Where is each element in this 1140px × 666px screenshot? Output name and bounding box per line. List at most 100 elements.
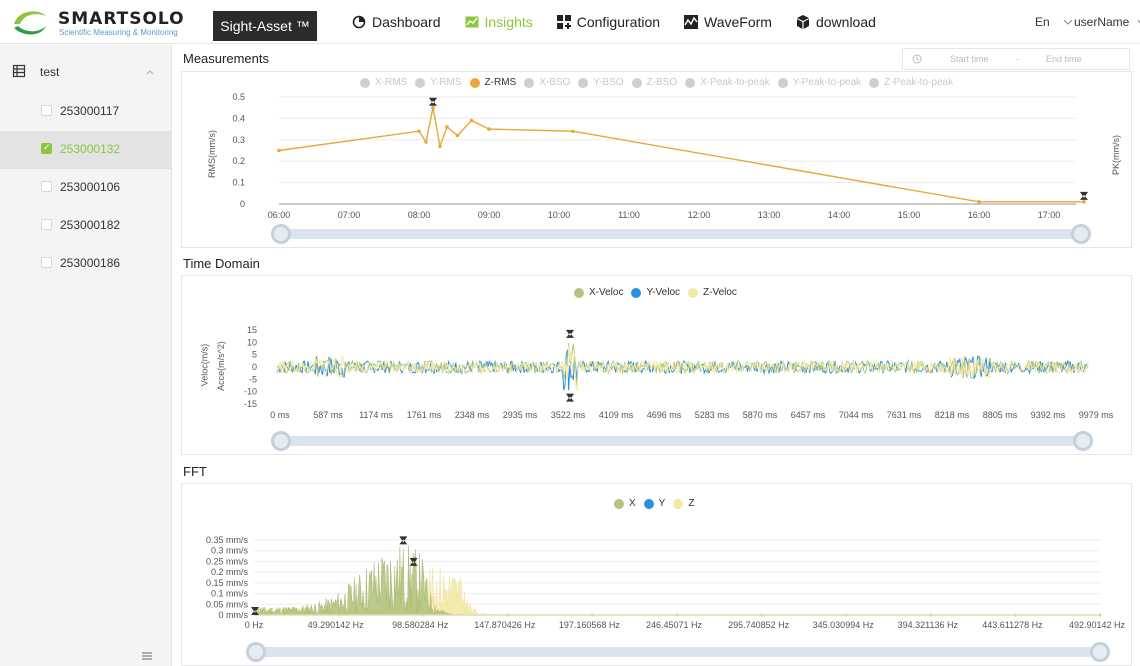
product-name[interactable]: Sight-Asset ™ (213, 11, 317, 41)
legend-label: Y-RMS (430, 77, 462, 88)
collapse-menu-icon[interactable] (141, 650, 153, 662)
end-time-input[interactable]: End time (1046, 54, 1082, 64)
legend-dot-icon (614, 498, 624, 509)
device-checkbox[interactable]: ✓ (41, 142, 52, 154)
device-label: 253000132 (60, 142, 121, 156)
measurements-panel (181, 71, 1132, 248)
legend-label: Z-Veloc (703, 287, 737, 298)
legend-dot-icon (631, 287, 642, 298)
cube-icon (796, 15, 809, 29)
legend-dot-icon (631, 77, 642, 88)
fft-legend: X Y Z (614, 498, 702, 509)
top-bar: SMARTSOLO Scientific Measuring & Monitor… (0, 0, 1140, 44)
user-menu[interactable]: userName (1074, 15, 1140, 29)
legend-item[interactable]: Y-RMS (415, 77, 462, 88)
device-item[interactable]: 253000182 (0, 207, 172, 245)
fft-panel (181, 483, 1132, 666)
legend-label: X-RMS (375, 77, 408, 88)
legend-item[interactable]: X (614, 498, 636, 509)
legend-item[interactable]: Y (643, 498, 665, 509)
username: userName (1074, 15, 1130, 29)
device-checkbox[interactable] (41, 257, 52, 268)
nav-configuration[interactable]: Configuration (556, 0, 661, 44)
device-item-selected[interactable]: ✓ 253000132 (0, 131, 172, 169)
legend-item[interactable]: X-Veloc (574, 287, 623, 298)
fft-range-slider[interactable] (246, 642, 1110, 662)
nav-download[interactable]: download (796, 0, 876, 44)
chevron-up-icon[interactable] (146, 70, 154, 75)
y-axis-label-acce: Acce(m/s^2) (215, 341, 226, 391)
device-group[interactable]: test (0, 53, 172, 93)
legend-dot-icon (469, 77, 480, 88)
legend-dot-icon (574, 287, 584, 298)
legend-item[interactable]: X-Peak-to-peak (685, 77, 770, 88)
start-time-input[interactable]: Start time (950, 54, 989, 64)
slider-handle-end[interactable] (1090, 642, 1110, 662)
nav-label: Dashboard (372, 14, 441, 30)
legend-dot-icon (415, 77, 426, 88)
slider-handle-end[interactable] (1071, 224, 1091, 244)
legend-item[interactable]: X-BSO (524, 77, 570, 88)
time-domain-range-slider[interactable] (271, 431, 1093, 451)
legend-dot-icon (524, 77, 535, 88)
legend-item[interactable]: Y-BSO (578, 77, 624, 88)
legend-label: Z-RMS (484, 77, 517, 88)
brand-tagline: Scientific Measuring & Monitoring (59, 28, 178, 37)
device-checkbox[interactable] (41, 181, 52, 192)
legend-item[interactable]: Z-BSO (631, 77, 678, 88)
device-checkbox[interactable] (41, 219, 52, 230)
brand-name: SMARTSOLO (58, 9, 185, 29)
device-item[interactable]: 253000117 (0, 93, 172, 131)
time-range-picker[interactable]: Start time - End time (902, 48, 1130, 70)
device-label: 253000106 (60, 180, 121, 194)
fft-title: FFT (183, 464, 207, 479)
legend-dot-icon (643, 498, 654, 509)
legend-dot-icon (869, 77, 880, 88)
measurements-legend: X-RMS Y-RMS Z-RMS X-BSO Y-BSO Z-BSO X-Peak-to-… (360, 77, 961, 88)
legend-label: Z-Peak-to-peak (884, 77, 954, 88)
area-chart-icon (465, 16, 478, 28)
legend-dot-icon (777, 77, 788, 88)
clock-icon (912, 54, 922, 64)
legend-label: Y-BSO (593, 77, 624, 88)
device-checkbox[interactable] (41, 105, 52, 116)
y-axis-label-veloc: Veloc(m/s) (199, 343, 210, 387)
legend-dot-icon (685, 77, 696, 88)
nav-insights[interactable]: Insights (465, 0, 533, 44)
legend-dot-icon (673, 498, 684, 509)
device-item[interactable]: 253000186 (0, 245, 172, 283)
legend-item[interactable]: Z (673, 498, 694, 509)
grid-icon (556, 15, 571, 29)
slider-handle-start[interactable] (271, 431, 291, 451)
slider-handle-end[interactable] (1073, 431, 1093, 451)
legend-item[interactable]: X-RMS (360, 77, 407, 88)
legend-item[interactable]: Z-RMS (469, 77, 517, 88)
legend-item[interactable]: Y-Peak-to-peak (777, 77, 861, 88)
slider-handle-start[interactable] (271, 224, 291, 244)
legend-item[interactable]: Z-Veloc (688, 287, 737, 298)
chevron-down-icon (1063, 19, 1073, 25)
legend-label: Z (688, 498, 695, 509)
brand-logo[interactable]: SMARTSOLO Scientific Measuring & Monitor… (8, 6, 198, 40)
nav-label: Configuration (576, 14, 661, 30)
device-sidebar: test 253000117 ✓ 253000132 253000106 253… (0, 45, 172, 666)
legend-label: X-Peak-to-peak (700, 77, 770, 88)
legend-label: Z-BSO (646, 77, 678, 88)
device-label: 253000182 (60, 218, 121, 232)
legend-dot-icon (688, 287, 699, 298)
language-select[interactable]: En (1035, 15, 1073, 29)
legend-dot-icon (578, 77, 589, 88)
measurements-range-slider[interactable] (271, 224, 1091, 244)
nav-dashboard[interactable]: Dashboard (352, 0, 441, 44)
nav-waveform[interactable]: WaveForm (684, 0, 772, 44)
waveform-icon (684, 15, 699, 29)
legend-item[interactable]: Y-Veloc (631, 287, 680, 298)
check-icon: ✓ (43, 142, 51, 152)
legend-item[interactable]: Z-Peak-to-peak (869, 77, 953, 88)
device-label: 253000117 (60, 104, 120, 118)
slider-handle-start[interactable] (246, 642, 266, 662)
nav-label: Insights (484, 14, 533, 30)
legend-label: X-Veloc (589, 287, 624, 298)
device-item[interactable]: 253000106 (0, 169, 172, 207)
pie-chart-icon (352, 15, 366, 29)
